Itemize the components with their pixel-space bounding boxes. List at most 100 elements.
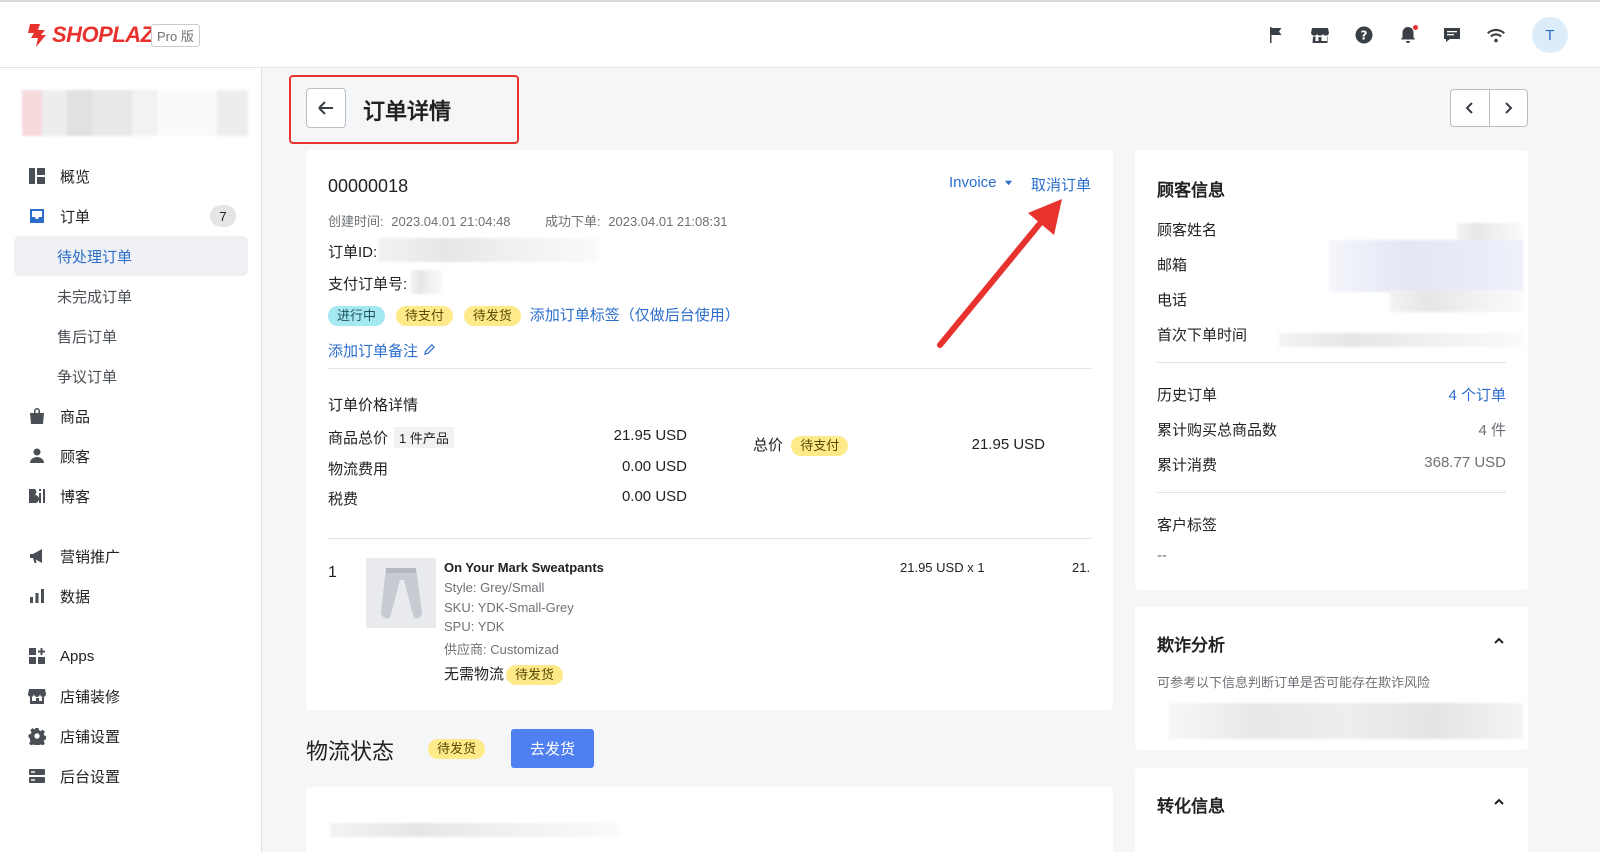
invoice-label: Invoice <box>949 174 997 191</box>
order-id-redacted <box>378 238 598 262</box>
product-sku: SKU: YDK-Small-Grey <box>444 600 574 615</box>
sidebar-item-incomplete-orders[interactable]: 未完成订单 <box>14 276 248 316</box>
orders-icon <box>28 207 46 225</box>
fraud-card-title: 欺诈分析 <box>1157 636 1225 655</box>
payment-no-label: 支付订单号: <box>328 276 408 293</box>
customer-info-card: 顾客信息 顾客姓名 邮箱 电话 首次下单时间 历史订单 4 个订单 累计购买总商… <box>1135 150 1528 590</box>
placed-label: 成功下单: <box>545 214 601 229</box>
avatar[interactable]: T <box>1532 17 1568 53</box>
sidebar-item-label: 营销推广 <box>60 548 121 566</box>
logistics-card <box>306 787 1113 852</box>
first-order-redacted <box>1279 333 1523 347</box>
previous-order-button[interactable] <box>1451 90 1489 126</box>
sidebar: 概览 订单 7 待处理订单 未完成订单 售后订单 争议订单 商品 顾客 博客 营… <box>0 68 262 852</box>
sidebar-item-label: 待处理订单 <box>57 248 133 266</box>
placed-value: 2023.04.01 21:08:31 <box>608 214 728 229</box>
chevron-right-icon <box>1505 102 1513 114</box>
total-label: 总价 <box>753 437 784 454</box>
spend-label: 累计消费 <box>1157 457 1218 474</box>
email-redacted <box>1329 240 1523 292</box>
sidebar-item-theme[interactable]: 店铺装修 <box>14 676 248 716</box>
back-button[interactable] <box>306 88 346 128</box>
flag-icon[interactable] <box>1254 16 1298 54</box>
sidebar-item-admin-settings[interactable]: 后台设置 <box>14 756 248 796</box>
fraud-details-redacted <box>1169 703 1523 739</box>
fraud-description: 可参考以下信息判断订单是否可能存在欺诈风险 <box>1157 675 1431 690</box>
line-item-index: 1 <box>328 564 337 581</box>
gear-icon <box>28 727 46 745</box>
sidebar-item-label: 商品 <box>60 408 91 426</box>
arrow-left-icon <box>318 101 333 115</box>
store-icon[interactable] <box>1298 16 1342 54</box>
total-row: 总价 待支付 <box>753 434 849 456</box>
wifi-icon[interactable] <box>1474 16 1518 54</box>
product-thumbnail[interactable] <box>366 558 436 628</box>
cancel-order-link[interactable]: 取消订单 <box>1031 174 1091 195</box>
spend-value: 368.77 USD <box>1424 454 1506 471</box>
divider <box>328 368 1091 369</box>
logo-mark-icon <box>26 22 48 48</box>
conversion-card: 转化信息 <box>1135 768 1528 852</box>
history-orders-link[interactable]: 4 个订单 <box>1448 384 1506 405</box>
add-order-note-link[interactable]: 添加订单备注 <box>328 340 436 361</box>
customer-tags-value: -- <box>1157 547 1167 564</box>
sidebar-item-orders[interactable]: 订单 7 <box>14 196 248 236</box>
sidebar-item-customers[interactable]: 顾客 <box>14 436 248 476</box>
conversion-card-title: 转化信息 <box>1157 797 1225 816</box>
ship-button[interactable]: 去发货 <box>511 729 594 768</box>
chevron-up-icon[interactable] <box>1492 634 1506 648</box>
sidebar-item-label: Apps <box>60 647 95 665</box>
shipping-note-label: 无需物流 <box>444 666 505 683</box>
sidebar-item-products[interactable]: 商品 <box>14 396 248 436</box>
sidebar-nav: 概览 订单 7 待处理订单 未完成订单 售后订单 争议订单 商品 顾客 博客 营… <box>14 156 248 796</box>
subtotal-value: 21.95 USD <box>613 427 687 444</box>
chat-icon[interactable] <box>1430 16 1474 54</box>
sidebar-item-store-settings[interactable]: 店铺设置 <box>14 716 248 756</box>
sidebar-item-label: 顾客 <box>60 448 91 466</box>
caret-down-icon <box>1004 180 1012 186</box>
sidebar-item-label: 数据 <box>60 588 91 606</box>
price-section-title: 订单价格详情 <box>328 397 419 414</box>
sidebar-item-dispute-orders[interactable]: 争议订单 <box>14 356 248 396</box>
placed-time: 成功下单: 2023.04.01 21:08:31 <box>545 211 728 230</box>
pencil-icon <box>424 344 436 356</box>
bell-icon[interactable] <box>1386 16 1430 54</box>
sidebar-item-label: 概览 <box>60 168 91 186</box>
sidebar-item-pending-orders[interactable]: 待处理订单 <box>14 236 248 276</box>
page-title: 订单详情 <box>363 99 452 124</box>
divider <box>1157 362 1506 363</box>
annotation-arrow-icon <box>937 199 1062 348</box>
total-value: 21.95 USD <box>971 436 1045 453</box>
sidebar-item-analytics[interactable]: 数据 <box>14 576 248 616</box>
order-tags: 进行中 待支付 待发货 添加订单标签（仅做后台使用） <box>328 304 740 326</box>
product-vendor: 供应商: Customizad <box>444 642 559 657</box>
order-number: 00000018 <box>328 176 409 196</box>
add-order-tag-link[interactable]: 添加订单标签（仅做后台使用） <box>530 307 740 324</box>
svg-text:?: ? <box>1361 29 1368 43</box>
product-name[interactable]: On Your Mark Sweatpants <box>444 560 604 575</box>
sidebar-item-aftersale-orders[interactable]: 售后订单 <box>14 316 248 356</box>
sidebar-item-overview[interactable]: 概览 <box>14 156 248 196</box>
notification-dot <box>1413 25 1418 30</box>
sidebar-item-marketing[interactable]: 营销推广 <box>14 536 248 576</box>
sidebar-item-blog[interactable]: 博客 <box>14 476 248 516</box>
customer-tags-label: 客户标签 <box>1157 517 1218 534</box>
sidebar-item-label: 未完成订单 <box>57 288 133 306</box>
sidebar-item-apps[interactable]: Apps <box>14 636 248 676</box>
store-name-redacted[interactable] <box>22 90 248 136</box>
history-label: 历史订单 <box>1157 387 1218 404</box>
add-note-label: 添加订单备注 <box>328 343 419 360</box>
sidebar-item-label: 博客 <box>60 488 91 506</box>
logistics-redacted <box>330 823 620 837</box>
chevron-up-icon[interactable] <box>1492 795 1506 809</box>
blog-icon <box>28 487 46 505</box>
items-value: 4 件 <box>1478 422 1506 439</box>
next-order-button[interactable] <box>1488 90 1528 126</box>
chart-icon <box>28 587 46 605</box>
items-label: 累计购买总商品数 <box>1157 422 1278 439</box>
server-icon <box>28 767 46 785</box>
subtotal-label: 商品总价 <box>328 430 389 447</box>
help-icon[interactable]: ? <box>1342 16 1386 54</box>
invoice-dropdown[interactable]: Invoice <box>949 174 1013 191</box>
line-total: 21. <box>1072 560 1091 575</box>
